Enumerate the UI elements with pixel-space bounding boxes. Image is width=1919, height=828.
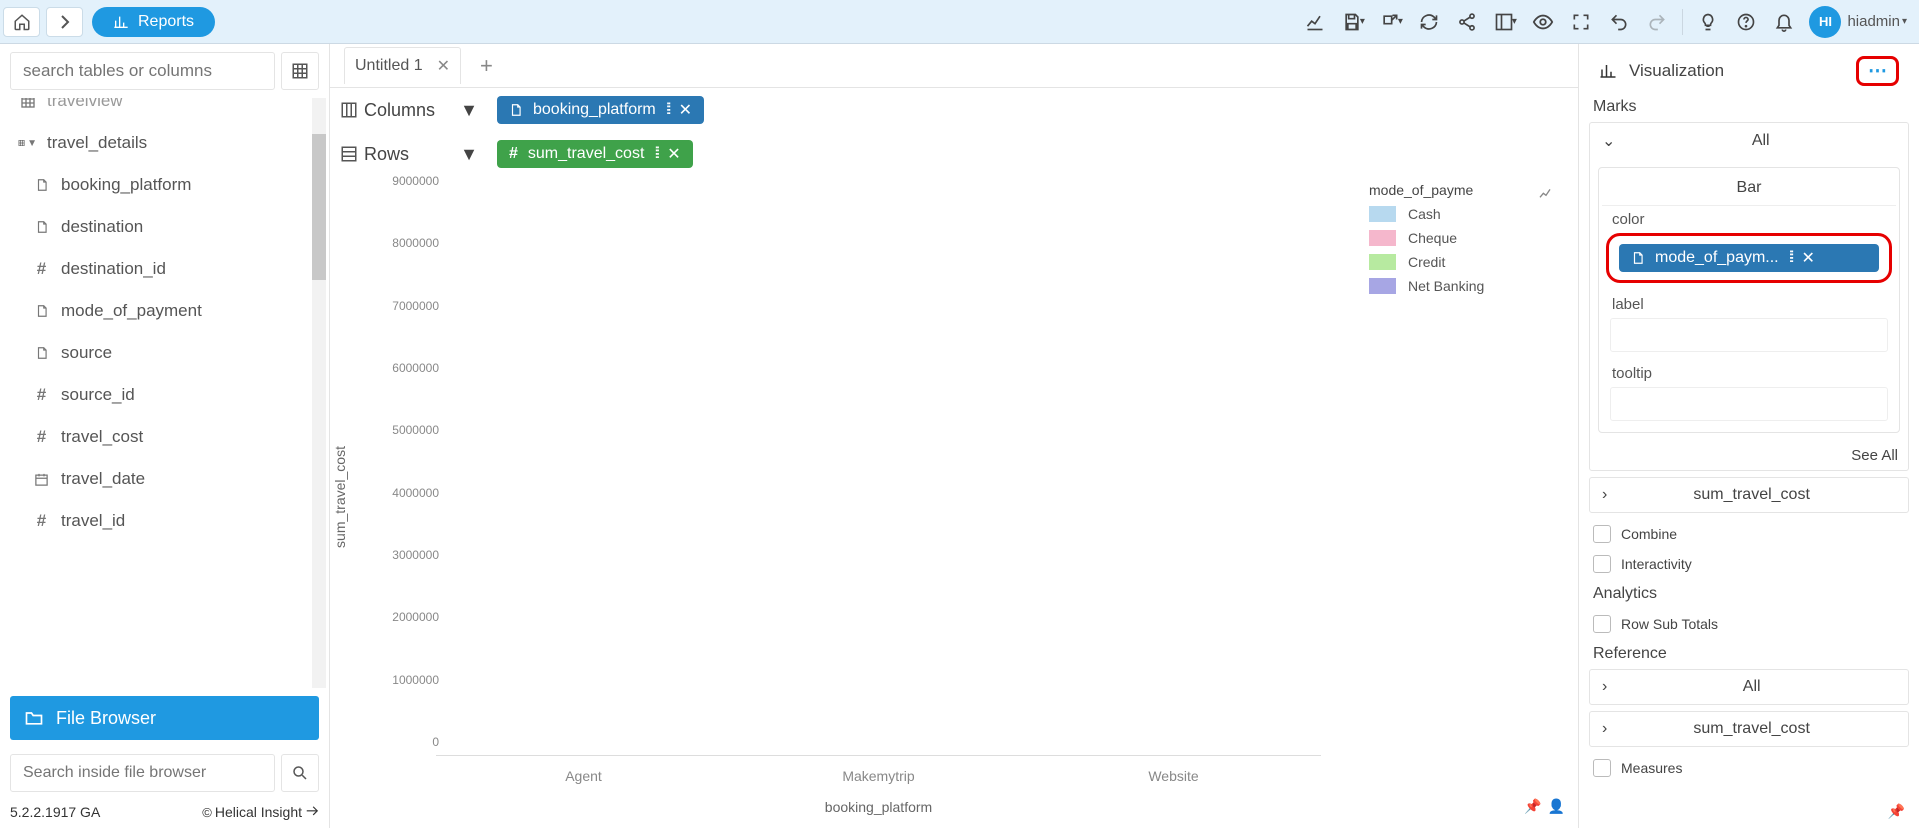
rows-shelf: Rows ▼ # sum_travel_cost ⁞⁞ ✕ <box>330 132 1578 176</box>
legend-chart-icon[interactable] <box>1538 186 1554 202</box>
pin-icon[interactable]: 📌 <box>1524 798 1541 815</box>
add-tab-button[interactable]: + <box>480 53 493 79</box>
refresh-icon[interactable] <box>1410 3 1448 41</box>
home-button[interactable] <box>3 7 40 37</box>
color-pill[interactable]: mode_of_paym... ⁞⁞ ✕ <box>1619 244 1879 272</box>
remove-pill-icon[interactable]: ✕ <box>667 144 680 164</box>
drag-handle-icon[interactable]: ⁞⁞ <box>666 101 669 119</box>
search-input[interactable] <box>10 52 275 90</box>
share-icon[interactable] <box>1448 3 1486 41</box>
center-panel: Untitled 1 ✕ + Columns ▼ booking_platfor… <box>330 44 1579 828</box>
file-search-input[interactable] <box>10 754 275 792</box>
chart-area: sum_travel_cost 010000002000000300000040… <box>340 176 1568 818</box>
y-axis-label: sum_travel_cost <box>332 446 348 548</box>
column-pill[interactable]: booking_platform ⁞⁞ ✕ <box>497 96 704 124</box>
visualization-panel: Visualization ⋯ Marks ⌄All Bar color mod… <box>1579 44 1919 828</box>
row-subtotals-checkbox[interactable]: Row Sub Totals <box>1589 609 1909 639</box>
tree-item-destination_id[interactable]: #destination_id <box>10 248 310 290</box>
tree-item-travel_id[interactable]: #travel_id <box>10 500 310 542</box>
save-icon[interactable]: ▾ <box>1334 3 1372 41</box>
measures-checkbox[interactable]: Measures <box>1589 753 1909 783</box>
drag-handle-icon[interactable]: ⁞⁞ <box>1789 249 1792 267</box>
label-dropzone[interactable] <box>1610 318 1888 352</box>
tree-item-destination[interactable]: destination <box>10 206 310 248</box>
breadcrumb-next-button[interactable] <box>46 7 83 37</box>
tab-strip: Untitled 1 ✕ + <box>330 44 1578 88</box>
visualization-icon <box>1599 62 1617 80</box>
color-dropzone[interactable]: mode_of_paym... ⁞⁞ ✕ <box>1606 233 1892 283</box>
panel-pin-icon[interactable]: 📌 <box>1888 803 1905 820</box>
combine-checkbox[interactable]: Combine <box>1589 519 1909 549</box>
reports-label: Reports <box>138 13 194 31</box>
chart-legend: mode_of_payme CashChequeCreditNet Bankin… <box>1369 182 1554 302</box>
legend-item[interactable]: Net Banking <box>1369 278 1554 294</box>
mark-tooltip-label: tooltip <box>1602 360 1896 387</box>
tree-item-source[interactable]: source <box>10 332 310 374</box>
avatar[interactable]: HI <box>1809 6 1841 38</box>
undo-icon[interactable] <box>1600 3 1638 41</box>
tree-item-booking_platform[interactable]: booking_platform <box>10 164 310 206</box>
report-tab[interactable]: Untitled 1 ✕ <box>344 47 461 84</box>
mark-label-label: label <box>1602 291 1896 318</box>
file-search-button[interactable] <box>281 754 319 792</box>
column-tree: travelview▼travel_detailsbooking_platfor… <box>10 98 310 688</box>
mark-bar[interactable]: Bar <box>1602 171 1896 206</box>
reference-stc-expander[interactable]: ›sum_travel_cost <box>1589 711 1909 747</box>
tree-item-travel_cost[interactable]: #travel_cost <box>10 416 310 458</box>
eye-icon[interactable] <box>1524 3 1562 41</box>
close-icon[interactable]: ✕ <box>437 56 450 76</box>
marks-title: Marks <box>1589 92 1909 122</box>
sidebar: travelview▼travel_detailsbooking_platfor… <box>0 44 330 828</box>
lightbulb-icon[interactable] <box>1689 3 1727 41</box>
columns-view-button[interactable] <box>281 52 319 90</box>
help-icon[interactable] <box>1727 3 1765 41</box>
legend-item[interactable]: Cheque <box>1369 230 1554 246</box>
remove-pill-icon[interactable]: ✕ <box>679 100 692 120</box>
line-chart-icon[interactable] <box>1296 3 1334 41</box>
layout-icon[interactable]: ▾ <box>1486 3 1524 41</box>
file-browser-button[interactable]: File Browser <box>10 696 319 740</box>
analytics-title: Analytics <box>1589 579 1909 609</box>
status-bar: 5.2.2.1917 GA ©Helical Insight <box>0 798 329 828</box>
tree-item-mode_of_payment[interactable]: mode_of_payment <box>10 290 310 332</box>
user-pin-icon[interactable]: 👤 <box>1548 798 1565 815</box>
scrollbar[interactable] <box>312 98 326 688</box>
see-all-link[interactable]: See All <box>1590 441 1908 470</box>
user-menu[interactable]: hiadmin▾ <box>1847 13 1907 30</box>
tree-item-travelview[interactable]: travelview <box>10 98 310 122</box>
topbar: Reports ▾ ▾ ▾ HI hiadmin▾ <box>0 0 1919 44</box>
tooltip-dropzone[interactable] <box>1610 387 1888 421</box>
version-label: 5.2.2.1917 GA <box>10 804 100 820</box>
redo-icon[interactable] <box>1638 3 1676 41</box>
tree-item-source_id[interactable]: #source_id <box>10 374 310 416</box>
reference-title: Reference <box>1589 639 1909 669</box>
marks-all-toggle[interactable]: ⌄All <box>1590 123 1908 159</box>
bell-icon[interactable] <box>1765 3 1803 41</box>
tree-item-travel_date[interactable]: travel_date <box>10 458 310 500</box>
export-icon[interactable]: ▾ <box>1372 3 1410 41</box>
interactivity-checkbox[interactable]: Interactivity <box>1589 549 1909 579</box>
tree-item-travel_details[interactable]: ▼travel_details <box>10 122 310 164</box>
more-options-button[interactable]: ⋯ <box>1856 56 1899 86</box>
reference-all-expander[interactable]: ›All <box>1589 669 1909 705</box>
sum-travel-cost-expander[interactable]: ›sum_travel_cost <box>1589 477 1909 513</box>
drag-handle-icon[interactable]: ⁞⁞ <box>654 145 657 163</box>
columns-shelf: Columns ▼ booking_platform ⁞⁞ ✕ <box>330 88 1578 132</box>
legend-item[interactable]: Cash <box>1369 206 1554 222</box>
row-pill[interactable]: # sum_travel_cost ⁞⁞ ✕ <box>497 140 693 168</box>
mark-color-label: color <box>1602 206 1896 233</box>
remove-pill-icon[interactable]: ✕ <box>1802 248 1815 268</box>
fullscreen-icon[interactable] <box>1562 3 1600 41</box>
legend-item[interactable]: Credit <box>1369 254 1554 270</box>
x-axis-label: booking_platform <box>436 799 1321 815</box>
chart-plot <box>436 195 1321 756</box>
reports-tab[interactable]: Reports <box>92 7 215 37</box>
